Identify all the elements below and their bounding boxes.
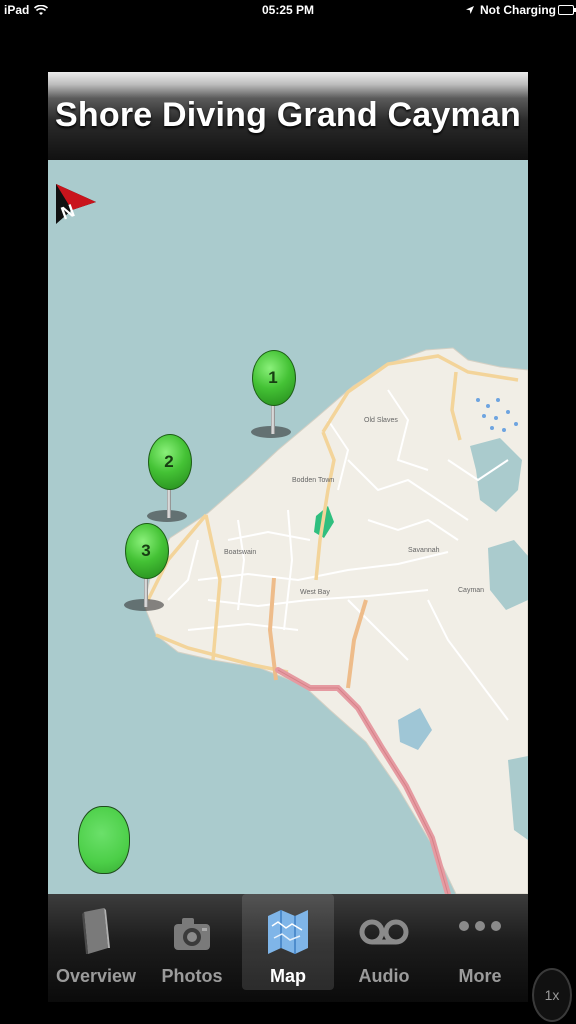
tab-label: Audio (358, 966, 410, 986)
tab-label: Overview (55, 966, 137, 986)
page-title: Shore Diving Grand Cayman (55, 96, 521, 134)
tab-label: Map (270, 966, 306, 986)
tab-audio[interactable]: Audio (338, 894, 430, 990)
dive-site-pin-3[interactable]: 3 (122, 523, 170, 613)
status-bar: iPad 05:25 PM Not Charging (0, 0, 576, 20)
map-label: Savannah (408, 547, 440, 554)
camera-icon (146, 906, 238, 958)
tab-photos[interactable]: Photos (146, 894, 238, 990)
map-view[interactable]: Old Slaves Bodden Town Boatswain Savanna… (48, 160, 528, 894)
map-icon (242, 906, 334, 958)
dive-site-pin-1[interactable]: 1 (249, 350, 297, 440)
tab-overview[interactable]: Overview (50, 894, 142, 990)
battery-status-text: Not Charging (480, 3, 556, 17)
tab-label: More (458, 966, 502, 986)
status-right: Not Charging (465, 3, 556, 17)
book-icon (50, 906, 142, 958)
more-dots-icon (434, 906, 526, 958)
map-label: West Bay (300, 589, 330, 596)
dive-site-pin-2[interactable]: 2 (145, 434, 193, 524)
pin-needle (271, 404, 275, 434)
compass-icon[interactable]: N (48, 160, 96, 226)
zoom-badge[interactable]: 1x (532, 968, 572, 1022)
pin-needle (144, 577, 148, 607)
map-label: Old Slaves (364, 417, 398, 424)
map-label: Cayman (458, 587, 484, 594)
pin-number: 3 (141, 541, 151, 560)
battery-icon (558, 5, 576, 15)
tab-more[interactable]: More (434, 894, 526, 990)
voicemail-icon (338, 906, 430, 958)
current-location-button[interactable] (78, 806, 130, 874)
map-label: Bodden Town (292, 477, 334, 484)
tab-label: Photos (161, 966, 223, 986)
tab-map[interactable]: Map (242, 894, 334, 990)
app-frame: Shore Diving Grand Cayman Old Slaves Bod… (48, 72, 528, 894)
pin-needle (167, 488, 171, 518)
title-bar: Shore Diving Grand Cayman (48, 72, 528, 161)
map-label: Boatswain (224, 549, 256, 556)
location-arrow-icon (466, 6, 474, 14)
pin-number: 2 (164, 452, 174, 471)
land-mass (143, 347, 528, 894)
map-canvas[interactable]: Old Slaves Bodden Town Boatswain Savanna… (48, 160, 528, 894)
pin-number: 1 (268, 368, 278, 387)
tab-bar: Overview Photos Map Audio More (48, 894, 528, 1002)
